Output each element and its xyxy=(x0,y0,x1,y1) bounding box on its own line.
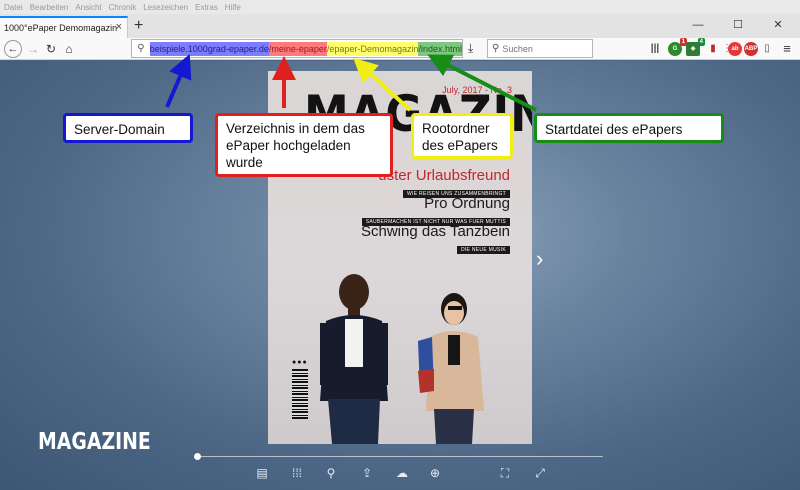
url-server-domain: beispiele.1000grad-epaper.de xyxy=(149,41,269,56)
sidebar-icon[interactable]: ▯ xyxy=(760,42,774,56)
search-field[interactable]: ⚲ xyxy=(487,39,593,58)
annotation-root-folder: Rootordner des ePapers xyxy=(411,113,513,159)
reload-button[interactable]: ↻ xyxy=(42,40,60,58)
share-icon[interactable]: ⇪ xyxy=(359,465,375,481)
annotation-upload-folder: Verzeichnis in dem das ePaper hochgelade… xyxy=(215,113,393,177)
addon-icon[interactable]: ▮ xyxy=(706,42,720,56)
back-button[interactable]: ← xyxy=(4,40,22,58)
tab-close-icon[interactable]: × xyxy=(116,21,122,33)
annotation-server-domain: Server-Domain xyxy=(63,113,193,143)
menubar: Datei Bearbeiten Ansicht Chronik Lesezei… xyxy=(0,0,800,14)
addon-badge: 4 xyxy=(697,38,705,46)
adblock-plus-icon[interactable]: ABP xyxy=(744,42,758,56)
minimize-button[interactable]: — xyxy=(678,15,718,35)
brand-logo: MAGAZINE xyxy=(38,429,151,455)
annotation-line: ePaper hochgeladen xyxy=(226,138,351,153)
url-start-file: /index.html xyxy=(418,41,462,56)
adblock-icon[interactable]: ab xyxy=(728,42,742,56)
page-overview-icon[interactable]: ⁞⁞⁞ xyxy=(289,465,305,481)
barcode xyxy=(292,369,308,419)
home-button[interactable]: ⌂ xyxy=(60,40,78,58)
addon-icon[interactable]: ◈ 4 xyxy=(686,38,705,56)
menu-edit[interactable]: Bearbeiten xyxy=(30,3,69,12)
fullscreen-icon[interactable]: ⤢ xyxy=(532,465,548,481)
url-root-folder: /epaper-Demomagazin xyxy=(326,41,419,56)
annotation-line: Rootordner xyxy=(422,121,490,136)
tab-title: 1000°ePaper Demomagazin xyxy=(4,23,118,33)
language-icon[interactable]: ⊕ xyxy=(427,465,443,481)
addon-icon[interactable]: G1 xyxy=(668,38,687,56)
menu-file[interactable]: Datei xyxy=(4,3,23,12)
annotation-line: des ePapers xyxy=(422,138,498,153)
next-page-button[interactable]: › xyxy=(536,246,543,272)
browser-tab[interactable]: 1000°ePaper Demomagazin × xyxy=(0,16,128,38)
menu-help[interactable]: Hilfe xyxy=(225,3,241,12)
navigation-bar: ← → ↻ ⌂ ⚲ beispiele.1000grad-epaper.de /… xyxy=(0,38,800,60)
maximize-button[interactable]: ☐ xyxy=(718,15,758,35)
search-icon[interactable]: ⚲ xyxy=(323,465,339,481)
new-tab-button[interactable]: + xyxy=(134,17,143,35)
menu-history[interactable]: Chronik xyxy=(109,3,137,12)
progress-knob[interactable] xyxy=(194,453,201,460)
url-upload-folder: /meine-epaper xyxy=(268,41,327,56)
table-of-contents-icon[interactable]: ▤ xyxy=(254,465,270,481)
menu-icon[interactable]: ≡ xyxy=(780,42,794,56)
menu-tools[interactable]: Extras xyxy=(195,3,218,12)
search-input[interactable] xyxy=(502,43,583,54)
tabstrip: 1000°ePaper Demomagazin × + — ☐ ✕ xyxy=(0,14,800,38)
forward-button[interactable]: → xyxy=(24,40,42,58)
download-icon[interactable]: ⤓ xyxy=(468,41,473,56)
barcode-marks: ●●● xyxy=(292,359,308,366)
page-progress-slider[interactable] xyxy=(194,453,603,460)
annotation-line: Verzeichnis in dem das xyxy=(226,121,365,136)
search-icon: ⚲ xyxy=(492,43,500,54)
library-icon[interactable]: ||| xyxy=(648,42,662,56)
annotation-start-file: Startdatei des ePapers xyxy=(534,113,724,143)
search-icon: ⚲ xyxy=(137,43,145,54)
url-bar[interactable]: ⚲ beispiele.1000grad-epaper.de /meine-ep… xyxy=(131,39,463,58)
zoom-icon[interactable]: ⛶ xyxy=(497,465,513,481)
menu-bookmarks[interactable]: Lesezeichen xyxy=(143,3,188,12)
annotation-line: wurde xyxy=(226,155,263,170)
download-icon[interactable]: ☁ xyxy=(394,465,410,481)
close-window-button[interactable]: ✕ xyxy=(758,15,798,35)
menu-view[interactable]: Ansicht xyxy=(75,3,101,12)
